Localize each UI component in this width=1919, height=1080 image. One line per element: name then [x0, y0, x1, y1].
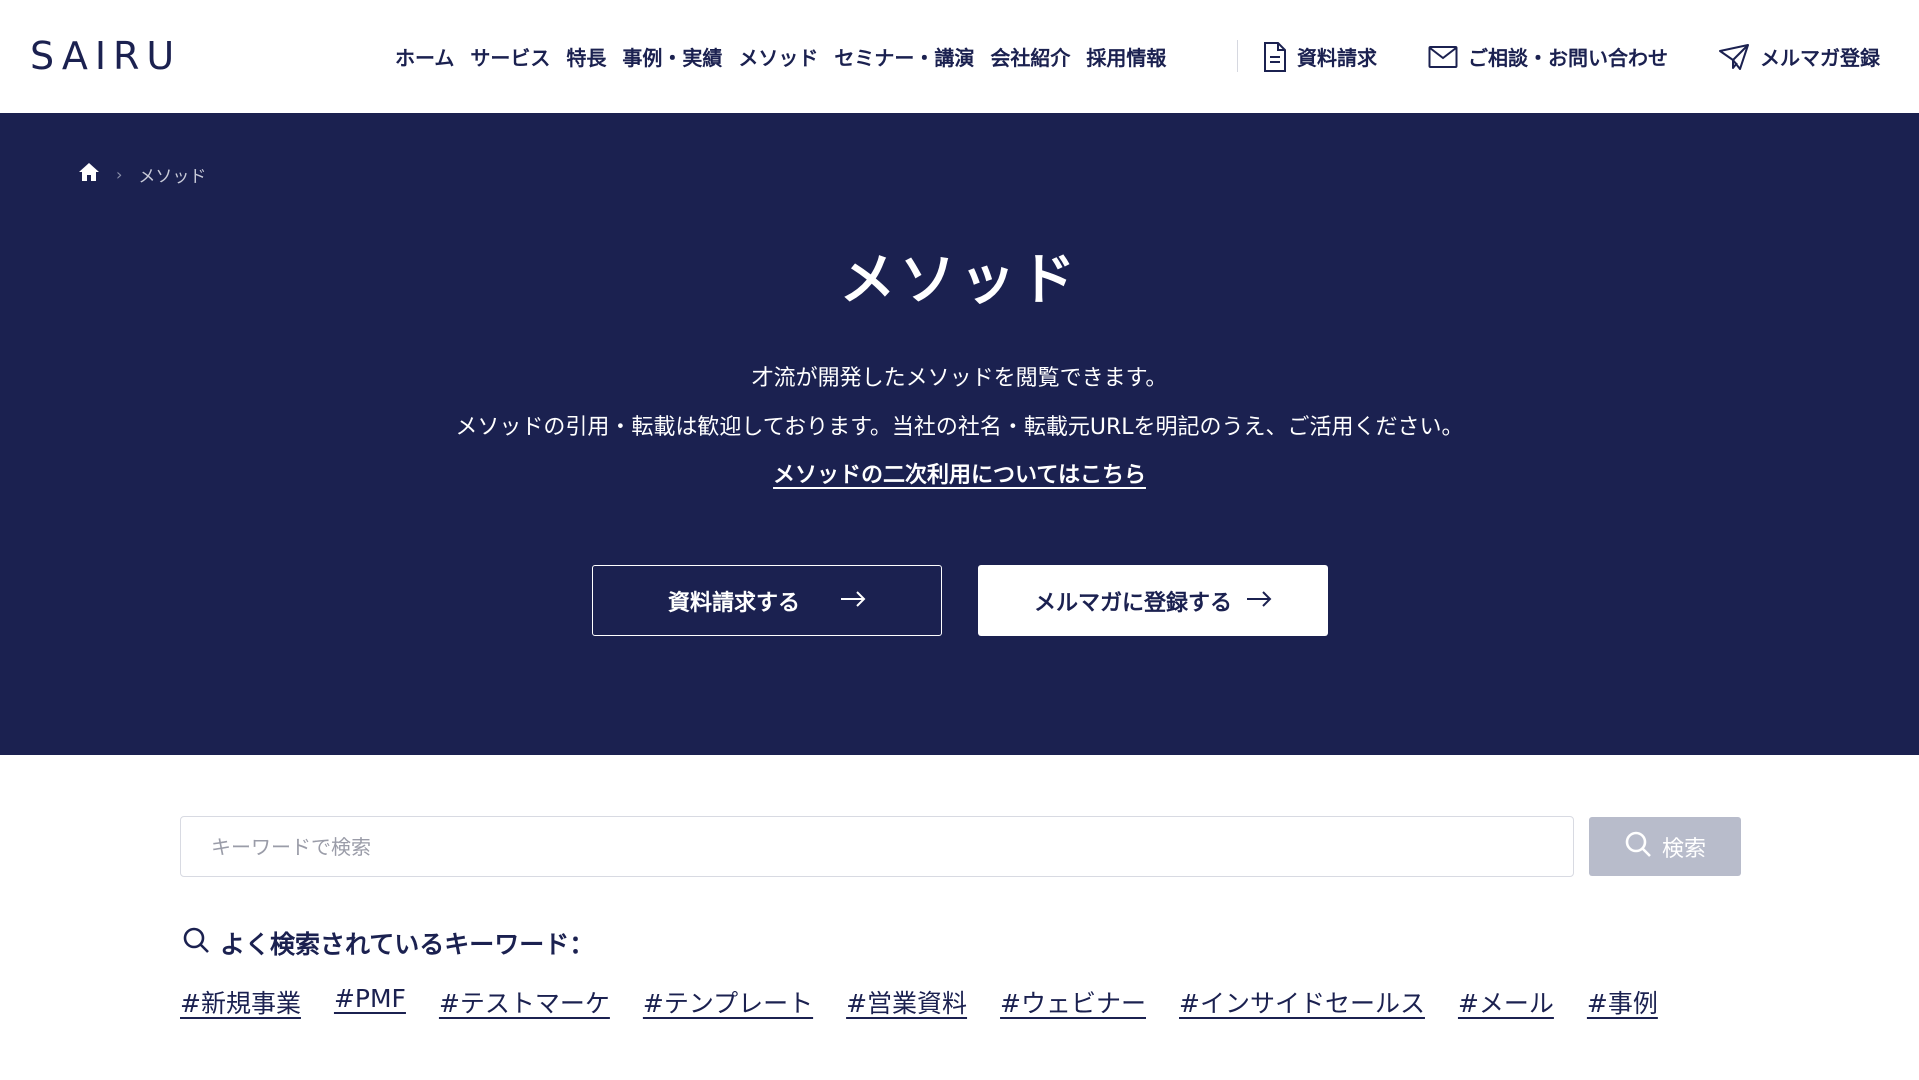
keyword-tag[interactable]: #事例 [1587, 984, 1658, 1020]
nav-item-home[interactable]: ホーム [395, 42, 454, 71]
request-docs-button[interactable]: 資料請求する [592, 565, 942, 636]
keyword-tag[interactable]: #営業資料 [846, 984, 967, 1020]
page-title: メソッド [839, 248, 1080, 313]
nav-divider [1237, 40, 1238, 72]
secondary-use-link-wrap: メソッドの二次利用についてはこちら [0, 457, 1919, 489]
search-button[interactable]: 検索 [1589, 817, 1741, 876]
search-button-label: 検索 [1661, 836, 1706, 862]
nav-item-recruit[interactable]: 採用情報 [1086, 42, 1166, 71]
request-docs-button-label: 資料請求する [667, 590, 800, 616]
arrow-right-icon [1246, 588, 1272, 613]
breadcrumb-current: メソッド [138, 167, 207, 187]
keyword-tag[interactable]: #インサイドセールス [1179, 984, 1425, 1020]
nav-item-company[interactable]: 会社紹介 [990, 42, 1070, 71]
newsletter-button-label: メルマガに登録する [1033, 590, 1232, 616]
site-header: SAIRU ホーム サービス 特長 事例・実績 メソッド セミナー・講演 会社紹… [0, 0, 1919, 126]
popular-keywords-label: よく検索されているキーワード： [220, 930, 595, 959]
keyword-tag[interactable]: #メール [1458, 984, 1554, 1020]
search-icon [182, 926, 210, 960]
keyword-tag[interactable]: #テンプレート [643, 984, 813, 1020]
site-logo[interactable]: SAIRU [30, 34, 181, 78]
nav-item-seminar[interactable]: セミナー・講演 [834, 42, 974, 71]
arrow-right-icon [840, 588, 866, 613]
nav-item-method[interactable]: メソッド [738, 42, 818, 126]
search-input[interactable] [180, 816, 1574, 877]
newsletter-label: メルマガ登録 [1760, 46, 1880, 70]
home-icon[interactable] [78, 161, 100, 188]
contact-link[interactable]: ご相談・お問い合わせ [1428, 0, 1668, 113]
document-icon [1263, 41, 1287, 72]
keyword-tag[interactable]: #ウェビナー [1000, 984, 1146, 1020]
breadcrumb: › メソッド [78, 161, 206, 188]
nav-item-cases[interactable]: 事例・実績 [622, 42, 722, 71]
popular-keywords-heading: よく検索されているキーワード： [182, 925, 594, 961]
paper-plane-icon [1718, 43, 1750, 71]
hero-description-line2: メソッドの引用・転載は歓迎しております。当社の社名・転載元URLを明記のうえ、ご… [455, 415, 1464, 440]
request-docs-link[interactable]: 資料請求 [1263, 0, 1377, 113]
popular-keyword-list: #新規事業 #PMF #テストマーケ #テンプレート #営業資料 #ウェビナー … [180, 984, 1658, 1020]
keyword-tag[interactable]: #新規事業 [180, 984, 301, 1020]
keyword-tag[interactable]: #テストマーケ [439, 984, 610, 1020]
newsletter-button[interactable]: メルマガに登録する [978, 565, 1328, 636]
newsletter-link[interactable]: メルマガ登録 [1718, 0, 1880, 113]
keyword-tag[interactable]: #PMF [334, 984, 406, 1020]
request-docs-label: 資料請求 [1297, 46, 1377, 70]
hero-description-line1: 才流が開発したメソッドを閲覧できます。 [751, 366, 1168, 391]
nav-item-features[interactable]: 特長 [566, 42, 606, 71]
secondary-use-link[interactable]: メソッドの二次利用についてはこちら [773, 463, 1146, 488]
chevron-right-icon: › [116, 165, 123, 184]
main-nav: ホーム サービス 特長 事例・実績 メソッド セミナー・講演 会社紹介 採用情報 [395, 0, 1166, 126]
hero-section: › メソッド メソッド 才流が開発したメソッドを閲覧できます。 メソッドの引用・… [0, 113, 1919, 755]
mail-icon [1428, 45, 1458, 69]
nav-item-service[interactable]: サービス [470, 42, 550, 71]
search-icon [1624, 830, 1652, 864]
contact-label: ご相談・お問い合わせ [1468, 46, 1668, 70]
